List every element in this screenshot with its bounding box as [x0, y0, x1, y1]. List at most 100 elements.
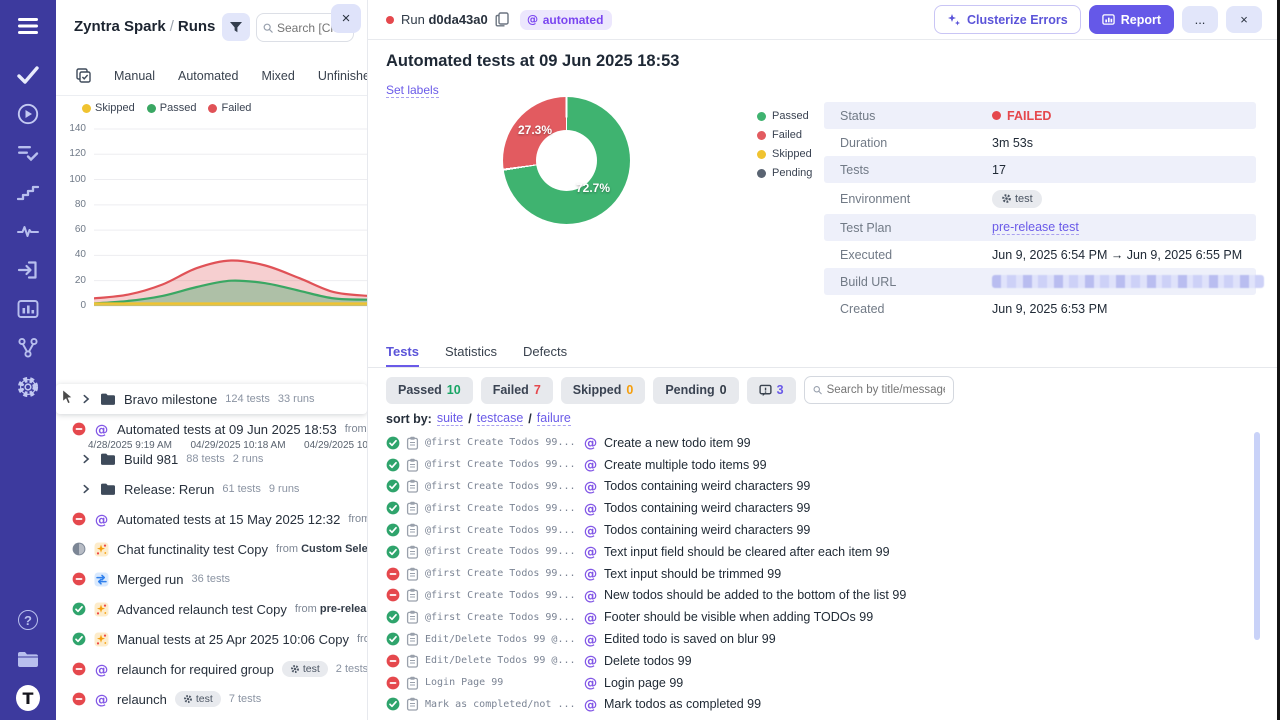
- run-list-item[interactable]: Chat functinality test Copyfrom Custom S…: [56, 534, 367, 564]
- test-row[interactable]: Login Page 99@Login page 99: [386, 672, 1246, 694]
- test-row[interactable]: @first Create Todos 99...@Text input fie…: [386, 541, 1246, 563]
- project-name[interactable]: Zyntra Spark: [74, 18, 166, 35]
- run-list-item[interactable]: @relaunch for required grouptest2 tests: [56, 654, 367, 684]
- test-row[interactable]: Edit/Delete Todos 99 @...@Delete todos 9…: [386, 650, 1246, 672]
- filter-skipped[interactable]: Skipped0: [561, 377, 646, 404]
- test-title[interactable]: New todos should be added to the bottom …: [604, 588, 906, 602]
- suite-name[interactable]: @first Create Todos 99...: [425, 568, 577, 579]
- run-folder-item[interactable]: Release: Rerun61 tests9 runs: [56, 474, 367, 504]
- suite-name[interactable]: @first Create Todos 99...: [425, 459, 577, 470]
- tests-search-input[interactable]: [827, 384, 945, 396]
- set-labels-link[interactable]: Set labels: [386, 83, 439, 98]
- branch-icon[interactable]: [16, 336, 40, 360]
- automated-badge[interactable]: @automated: [520, 10, 613, 30]
- test-title[interactable]: Todos containing weird characters 99: [604, 501, 810, 515]
- suite-name[interactable]: @first Create Todos 99...: [425, 546, 577, 557]
- run-folder-item[interactable]: Build 98188 tests2 runs: [56, 444, 367, 474]
- run-list-item[interactable]: Merged run36 tests: [56, 564, 367, 594]
- test-title[interactable]: Create multiple todo items 99: [604, 458, 767, 472]
- sign-in-icon[interactable]: [16, 258, 40, 282]
- test-row[interactable]: @first Create Todos 99...@Text input sho…: [386, 563, 1246, 585]
- suite-name[interactable]: Edit/Delete Todos 99 @...: [425, 634, 577, 645]
- filter-pending[interactable]: Pending0: [653, 377, 738, 404]
- passed-status-icon: [386, 458, 400, 472]
- filter-failed[interactable]: Failed7: [481, 377, 553, 404]
- runs-play-icon[interactable]: [16, 102, 40, 126]
- run-list-item[interactable]: Advanced relaunch test Copyfrom pre-rele…: [56, 594, 367, 624]
- test-row[interactable]: @first Create Todos 99...@Create multipl…: [386, 454, 1246, 476]
- suite-name[interactable]: @first Create Todos 99...: [425, 503, 577, 514]
- bar-chart-icon[interactable]: [16, 297, 40, 321]
- more-actions-button[interactable]: ...: [1182, 6, 1218, 33]
- filter-passed[interactable]: Passed10: [386, 377, 473, 404]
- test-row[interactable]: @first Create Todos 99...@Todos containi…: [386, 476, 1246, 498]
- sort-by-suite[interactable]: suite: [437, 411, 463, 426]
- suite-name[interactable]: @first Create Todos 99...: [425, 525, 577, 536]
- list-check-icon[interactable]: [16, 141, 40, 165]
- tab-defects[interactable]: Defects: [523, 344, 567, 367]
- suite-name[interactable]: @first Create Todos 99...: [425, 590, 577, 601]
- steps-icon[interactable]: [16, 180, 40, 204]
- settings-gear-icon[interactable]: [16, 375, 40, 399]
- run-folder-item[interactable]: Bravo milestone124 tests33 runs: [56, 384, 367, 414]
- close-run-button[interactable]: ×: [1226, 6, 1262, 33]
- filter-button[interactable]: [222, 13, 250, 41]
- test-row[interactable]: @first Create Todos 99...@Todos containi…: [386, 497, 1246, 519]
- menu-icon[interactable]: [16, 14, 40, 38]
- test-title[interactable]: Text input field should be cleared after…: [604, 545, 890, 559]
- test-title[interactable]: Edited todo is saved on blur 99: [604, 632, 776, 646]
- environment-badge[interactable]: test: [992, 190, 1042, 208]
- test-plan-link[interactable]: pre-release test: [992, 220, 1079, 235]
- test-title[interactable]: Create a new todo item 99: [604, 436, 751, 450]
- suite-name[interactable]: @first Create Todos 99...: [425, 437, 577, 448]
- test-title[interactable]: Delete todos 99: [604, 654, 692, 668]
- pulse-icon[interactable]: [16, 219, 40, 243]
- panel-close-button[interactable]: ×: [331, 4, 361, 33]
- tab-tests[interactable]: Tests: [386, 344, 419, 367]
- test-title[interactable]: Mark todos as completed 99: [604, 697, 761, 711]
- clipboard-suite-icon: [406, 610, 419, 624]
- test-row[interactable]: @first Create Todos 99...@Footer should …: [386, 606, 1246, 628]
- robot-icon: @: [94, 422, 109, 437]
- test-title[interactable]: Todos containing weird characters 99: [604, 523, 810, 537]
- tab-unfinished[interactable]: Unfinished: [318, 69, 368, 83]
- tests-check-icon[interactable]: [16, 63, 40, 87]
- test-row[interactable]: Edit/Delete Todos 99 @...@Edited todo is…: [386, 628, 1246, 650]
- sort-by-testcase[interactable]: testcase: [477, 411, 524, 426]
- sort-by-failure[interactable]: failure: [537, 411, 571, 426]
- test-row[interactable]: Mark as completed/not ...@Mark todos as …: [386, 694, 1246, 716]
- test-title[interactable]: Todos containing weird characters 99: [604, 479, 810, 493]
- tab-automated[interactable]: Automated: [178, 69, 238, 83]
- suite-name[interactable]: Mark as completed/not ...: [425, 699, 577, 710]
- test-title[interactable]: Login page 99: [604, 676, 683, 690]
- suite-name[interactable]: Login Page 99: [425, 677, 577, 688]
- copy-run-id-icon[interactable]: [495, 12, 509, 27]
- run-list-item[interactable]: @relaunchtest7 tests: [56, 684, 367, 714]
- run-list-item[interactable]: @Automated tests at 15 May 2025 12:32fro…: [56, 504, 367, 534]
- select-all-icon[interactable]: [76, 68, 91, 83]
- test-row[interactable]: @first Create Todos 99...@New todos shou…: [386, 585, 1246, 607]
- passed-percent-label: 72.7%: [576, 181, 610, 195]
- sort-row: sort by: suite/ testcase/ failure: [386, 411, 571, 426]
- test-list-scrollbar[interactable]: [1254, 432, 1260, 640]
- test-title[interactable]: Text input should be trimmed 99: [604, 567, 781, 581]
- run-list-item[interactable]: @Automated tests at 09 Jun 2025 18:53fro…: [56, 414, 367, 444]
- filter-comments[interactable]: 3: [747, 377, 796, 404]
- app-logo[interactable]: T: [16, 686, 40, 710]
- tab-manual[interactable]: Manual: [114, 69, 155, 83]
- tab-statistics[interactable]: Statistics: [445, 344, 497, 367]
- run-name: Advanced relaunch test Copy: [117, 602, 287, 617]
- report-button[interactable]: Report: [1089, 5, 1174, 34]
- test-row[interactable]: @first Create Todos 99...@Todos containi…: [386, 519, 1246, 541]
- projects-folder-icon[interactable]: [16, 647, 40, 671]
- test-row[interactable]: @first Create Todos 99...@Create a new t…: [386, 432, 1246, 454]
- suite-name[interactable]: @first Create Todos 99...: [425, 612, 577, 623]
- tab-mixed[interactable]: Mixed: [261, 69, 294, 83]
- test-title[interactable]: Footer should be visible when adding TOD…: [604, 610, 873, 624]
- clusterize-errors-button[interactable]: Clusterize Errors: [934, 5, 1081, 34]
- failed-status-icon: [72, 692, 86, 706]
- run-list-item[interactable]: Manual tests at 25 Apr 2025 10:06 Copyfr…: [56, 624, 367, 654]
- help-icon[interactable]: ?: [16, 608, 40, 632]
- suite-name[interactable]: @first Create Todos 99...: [425, 481, 577, 492]
- suite-name[interactable]: Edit/Delete Todos 99 @...: [425, 655, 577, 666]
